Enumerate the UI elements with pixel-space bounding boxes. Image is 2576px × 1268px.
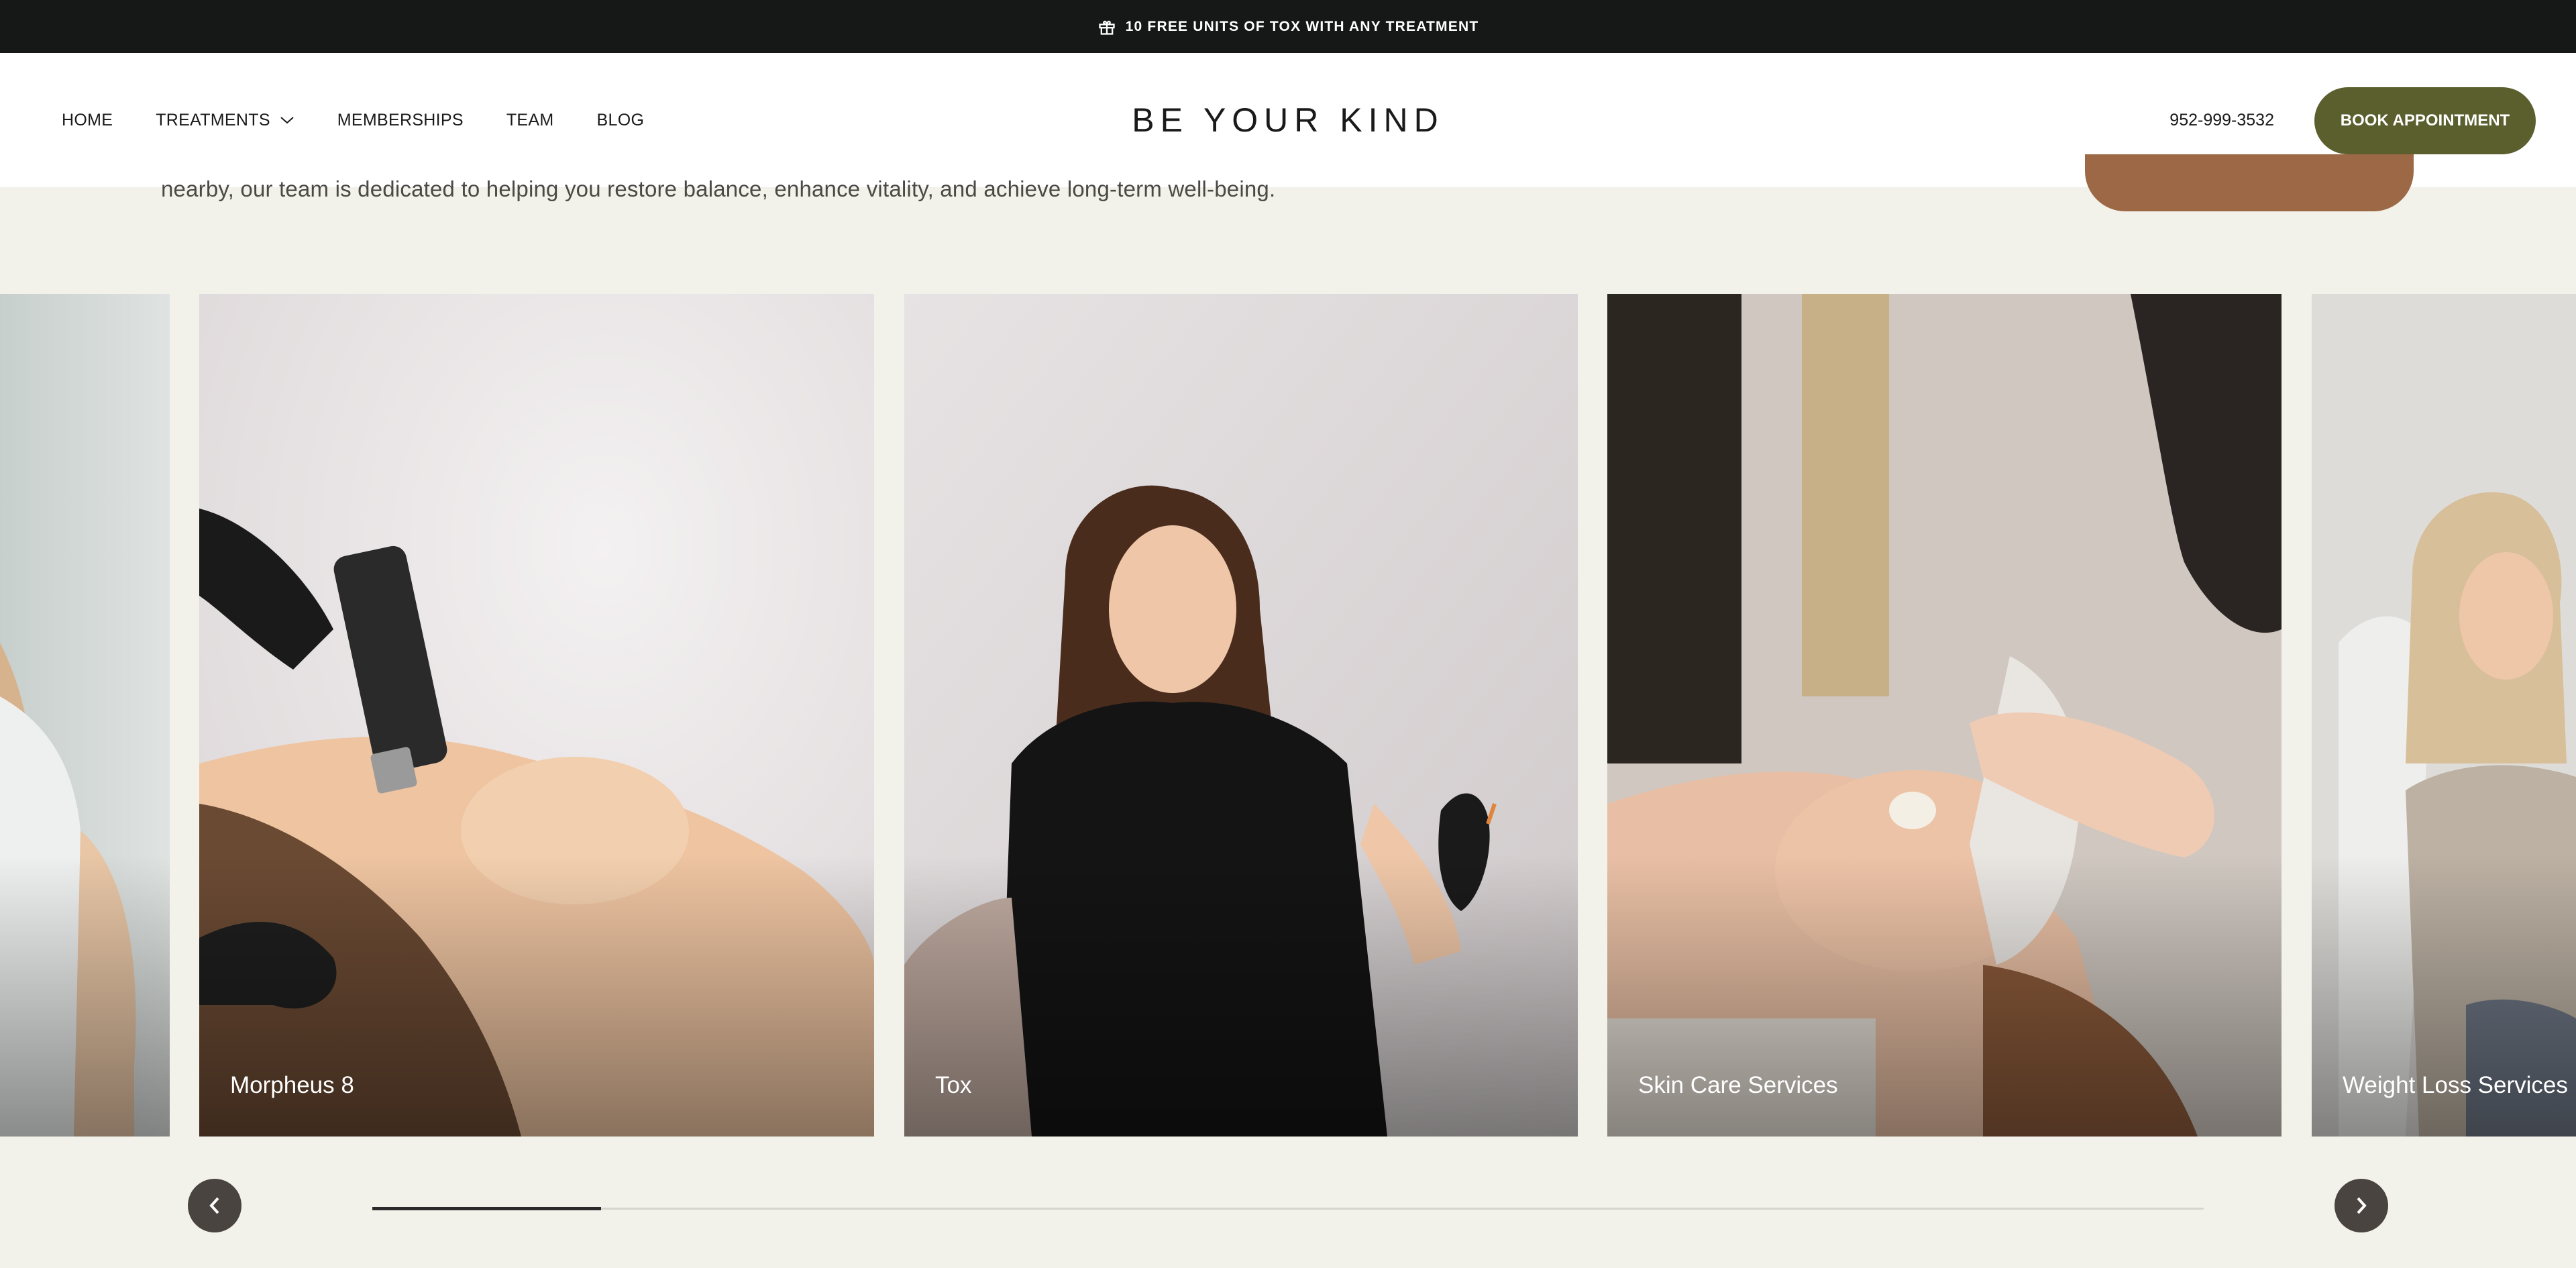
card-label: Weight Loss Services bbox=[2343, 1072, 2568, 1098]
gift-icon bbox=[1098, 20, 1115, 35]
treatment-card-morpheus8[interactable]: Morpheus 8 bbox=[199, 294, 874, 1137]
main-nav: HOME TREATMENTS MEMBERSHIPS TEAM BLOG bbox=[62, 53, 687, 187]
nav-treatments-label: TREATMENTS bbox=[156, 110, 270, 129]
nav-blog[interactable]: BLOG bbox=[597, 111, 645, 130]
card-overlay bbox=[904, 855, 1578, 1137]
nav-team[interactable]: TEAM bbox=[506, 111, 554, 130]
carousel-progress-fill bbox=[372, 1207, 602, 1210]
treatment-card-skin-care[interactable]: Skin Care Services bbox=[1607, 294, 2282, 1137]
chevron-down-icon bbox=[280, 117, 294, 124]
chevron-right-icon bbox=[2357, 1197, 2367, 1214]
book-appointment-button[interactable]: BOOK APPOINTMENT bbox=[2314, 87, 2536, 154]
carousel-progress-track[interactable] bbox=[372, 1207, 2204, 1210]
card-label: Skin Care Services bbox=[1638, 1072, 1838, 1098]
nav-home[interactable]: HOME bbox=[62, 111, 113, 130]
carousel-next-button[interactable] bbox=[2334, 1179, 2388, 1232]
nav-treatments[interactable]: TREATMENTS bbox=[156, 111, 294, 130]
nav-memberships[interactable]: MEMBERSHIPS bbox=[337, 111, 464, 130]
treatment-card-partial-left[interactable] bbox=[0, 294, 170, 1137]
card-overlay bbox=[0, 855, 170, 1137]
card-label: Morpheus 8 bbox=[230, 1072, 354, 1098]
chevron-left-icon bbox=[209, 1197, 219, 1214]
intro-text: nearby, our team is dedicated to helping… bbox=[161, 176, 1276, 201]
cta-button-peek[interactable] bbox=[2085, 154, 2414, 211]
treatment-card-tox[interactable]: Tox bbox=[904, 294, 1578, 1137]
announcement-bar: 10 FREE UNITS OF TOX WITH ANY TREATMENT bbox=[0, 0, 2576, 53]
announcement-text: 10 FREE UNITS OF TOX WITH ANY TREATMENT bbox=[1125, 18, 1479, 34]
treatment-card-weight-loss[interactable]: Weight Loss Services bbox=[2312, 294, 2576, 1137]
carousel-prev-button[interactable] bbox=[188, 1179, 241, 1232]
card-label: Tox bbox=[935, 1072, 972, 1098]
